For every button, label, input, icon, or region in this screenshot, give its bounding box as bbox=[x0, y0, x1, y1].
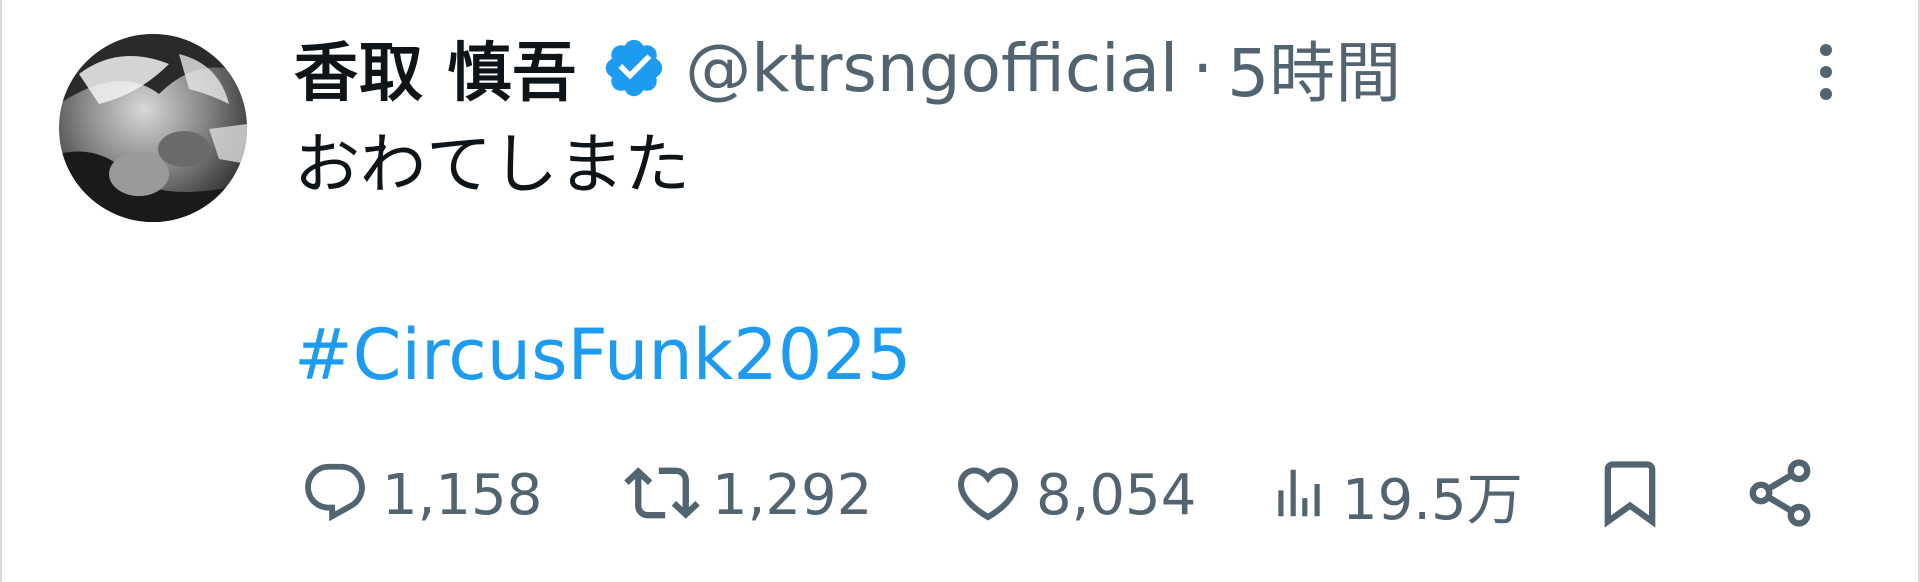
like-count: 8,054 bbox=[1036, 462, 1197, 528]
tweet-text: おわてしまた bbox=[294, 126, 690, 203]
share-button[interactable] bbox=[1742, 450, 1818, 540]
views-button[interactable]: 19.5万 bbox=[1268, 450, 1523, 540]
bookmark-icon bbox=[1592, 455, 1668, 535]
author-handle[interactable]: @ktrsngofficial bbox=[685, 30, 1178, 107]
like-button[interactable]: 8,054 bbox=[952, 450, 1196, 540]
more-vertical-icon[interactable] bbox=[1806, 40, 1846, 104]
tweet-timestamp[interactable]: 5時間 bbox=[1227, 20, 1401, 116]
author-name[interactable]: 香取 慎吾 bbox=[294, 22, 577, 114]
bookmark-button[interactable] bbox=[1592, 450, 1668, 540]
retweet-icon bbox=[624, 455, 700, 535]
hashtag-link[interactable]: #CircusFunk2025 bbox=[294, 310, 911, 400]
separator-dot: · bbox=[1192, 29, 1214, 107]
reply-icon bbox=[300, 458, 370, 532]
avatar[interactable] bbox=[59, 34, 247, 222]
action-bar: 1,158 1,292 8,054 19.5万 bbox=[2, 450, 1920, 540]
heart-icon bbox=[952, 457, 1024, 533]
views-bar-chart-icon bbox=[1268, 462, 1330, 528]
tweet-card: 香取 慎吾 @ktrsngofficial · 5時間 おわてしまた #Circ… bbox=[0, 0, 1920, 582]
reply-button[interactable]: 1,158 bbox=[300, 450, 542, 540]
verified-badge-icon bbox=[601, 35, 667, 101]
retweet-count: 1,292 bbox=[712, 462, 873, 528]
reply-count: 1,158 bbox=[382, 462, 543, 528]
avatar-image bbox=[59, 34, 247, 222]
retweet-button[interactable]: 1,292 bbox=[624, 450, 872, 540]
views-count: 19.5万 bbox=[1342, 467, 1523, 533]
tweet-header: 香取 慎吾 @ktrsngofficial · 5時間 bbox=[294, 18, 1401, 118]
share-icon bbox=[1742, 455, 1818, 535]
